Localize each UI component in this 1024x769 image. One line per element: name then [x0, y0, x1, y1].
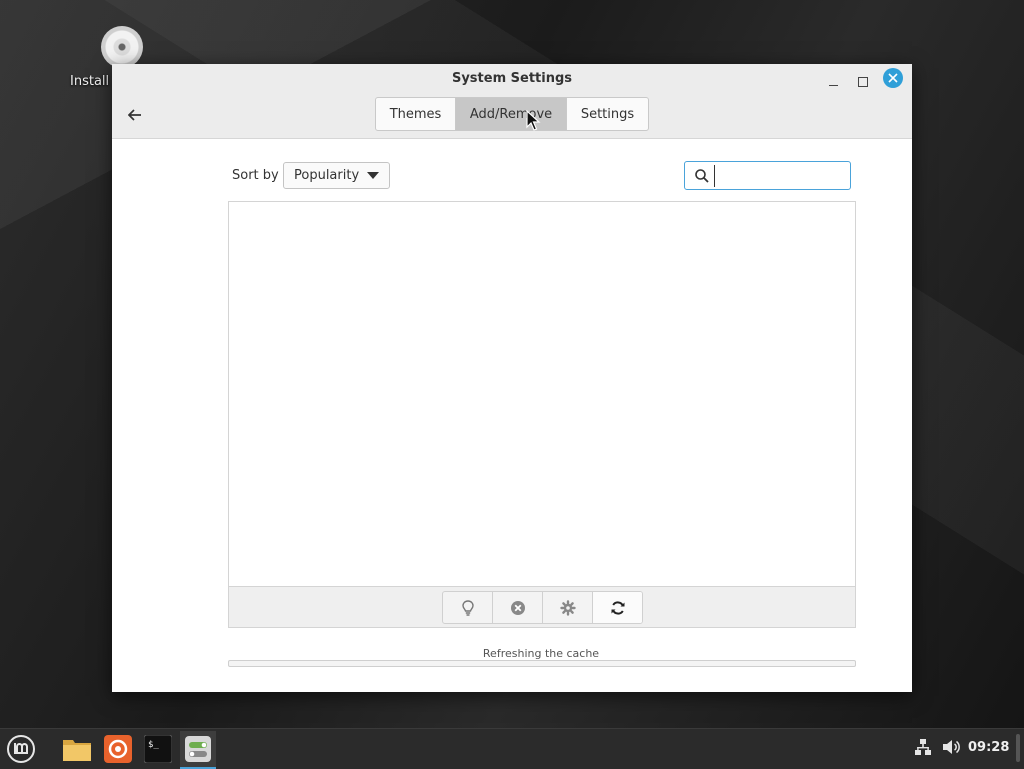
minimize-button[interactable]	[820, 69, 846, 95]
tab-settings[interactable]: Settings	[567, 98, 648, 130]
taskbar-files[interactable]	[59, 731, 95, 767]
sort-by-value: Popularity	[294, 168, 360, 183]
uninstall-icon	[510, 600, 525, 615]
close-button[interactable]	[883, 68, 903, 88]
sort-by-label: Sort by	[232, 168, 279, 183]
volume-icon[interactable]	[941, 738, 961, 756]
close-icon	[888, 73, 898, 83]
disc-icon	[101, 26, 143, 68]
system-settings-window: System Settings Themes Add/Remove Settin…	[112, 64, 912, 692]
search-icon	[695, 168, 709, 183]
search-box[interactable]	[684, 161, 851, 190]
configure-button[interactable]	[543, 592, 593, 623]
configure-icon	[559, 599, 576, 616]
toolbar-button-group	[442, 591, 643, 624]
taskbar-system-settings[interactable]	[180, 731, 216, 769]
dropdown-arrow-icon	[367, 172, 379, 179]
mouse-pointer-icon	[526, 110, 541, 131]
spice-list[interactable]	[228, 201, 856, 628]
tab-bar: Themes Add/Remove Settings	[375, 97, 649, 131]
window-title: System Settings	[451, 71, 573, 86]
info-button[interactable]	[443, 592, 493, 623]
taskbar-terminal[interactable]: $_	[140, 731, 176, 767]
taskbar-firefox[interactable]	[100, 731, 136, 767]
maximize-button[interactable]	[850, 69, 876, 95]
tab-add-remove[interactable]: Add/Remove	[456, 98, 567, 130]
minimize-icon	[828, 84, 838, 86]
clock[interactable]: 09:28	[968, 740, 1009, 755]
network-icon[interactable]	[914, 738, 932, 756]
info-icon	[461, 599, 474, 616]
menu-icon	[7, 735, 35, 763]
svg-text:$_: $_	[148, 740, 159, 750]
status-text: Refreshing the cache	[482, 647, 600, 660]
settings-icon	[185, 736, 211, 762]
maximize-icon	[858, 77, 868, 87]
uninstall-button[interactable]	[493, 592, 543, 623]
back-button[interactable]	[122, 102, 148, 128]
desktop-icon-label: Install	[70, 74, 110, 89]
show-desktop-button[interactable]	[1016, 734, 1020, 762]
sort-by-dropdown[interactable]: Popularity	[283, 162, 390, 189]
refresh-icon	[611, 600, 624, 615]
firefox-icon	[104, 735, 132, 763]
window-header: System Settings Themes Add/Remove Settin…	[112, 64, 912, 139]
menu-button[interactable]	[3, 731, 39, 767]
tab-themes[interactable]: Themes	[376, 98, 456, 130]
terminal-icon: $_	[144, 735, 172, 763]
list-toolbar	[229, 586, 855, 627]
files-icon	[63, 740, 91, 761]
search-input[interactable]	[714, 164, 840, 187]
taskbar: $_	[0, 728, 1024, 769]
back-arrow-icon	[128, 109, 141, 121]
refresh-button[interactable]	[593, 592, 642, 623]
progress-bar	[228, 660, 856, 667]
